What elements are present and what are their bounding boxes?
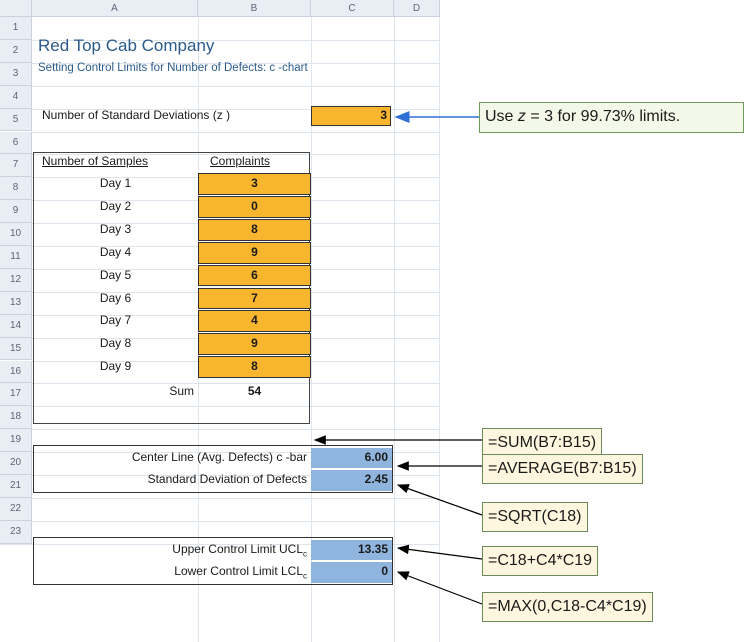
callout-arrows	[313, 111, 483, 605]
ucl-arrow	[396, 544, 483, 560]
sqrt-arrow	[396, 484, 483, 516]
lcl-arrow	[396, 571, 483, 605]
